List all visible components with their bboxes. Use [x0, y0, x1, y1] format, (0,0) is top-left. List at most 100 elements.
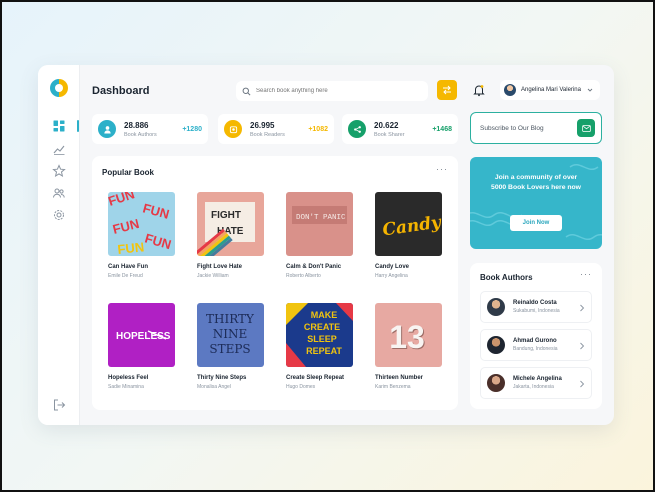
svg-text:DON'T PANIC: DON'T PANIC: [296, 214, 346, 222]
svg-text:CREATE: CREATE: [304, 322, 340, 332]
dashboard-app: Dashboard Angelina Mari Valerina 28.886 …: [38, 65, 614, 425]
user-icon: [98, 120, 116, 138]
book-title: Fight Love Hate: [197, 264, 243, 270]
svg-text:FUN: FUN: [111, 216, 141, 237]
stat-label: Book Readers: [250, 131, 285, 138]
svg-text:HOPELESS: HOPELESS: [116, 331, 171, 342]
wave-pattern-icon: [470, 164, 602, 240]
stat-label: Book Authors: [124, 131, 157, 138]
author-name: Michele Angelina: [513, 376, 562, 382]
stat-delta: +1468: [432, 125, 452, 133]
user-profile-menu[interactable]: Angelina Mari Valerina: [500, 80, 600, 100]
chevron-down-icon: [587, 88, 593, 92]
author-name: Ahmad Gurono: [513, 338, 557, 344]
more-options-icon[interactable]: ···: [436, 164, 448, 174]
stat-card-authors: 28.886 Book Authors +1280: [92, 114, 208, 144]
search-input[interactable]: [256, 88, 416, 94]
author-list-item[interactable]: Reinaldo Costa Sukabumi, Indonesia: [480, 291, 592, 323]
stat-delta: +1280: [182, 125, 202, 133]
subscribe-field[interactable]: Subscribe to Our Blog: [470, 112, 602, 144]
book-cover: THIRTY NINE STEPS: [197, 303, 264, 367]
book-title: Can Have Fun: [108, 264, 149, 270]
popular-book-panel: Popular Book ··· FUN FUN FUN FUN FUN Can…: [92, 156, 458, 410]
avatar: [487, 336, 505, 354]
svg-text:FUN: FUN: [117, 239, 145, 256]
avatar: [487, 374, 505, 392]
section-title: Book Authors: [480, 273, 533, 282]
avatar: [504, 84, 516, 96]
book-authors-panel: Book Authors ··· Reinaldo Costa Sukabumi…: [470, 263, 602, 409]
stat-value: 26.995: [250, 120, 275, 130]
star-icon[interactable]: [52, 164, 66, 178]
svg-text:THIRTY: THIRTY: [206, 312, 255, 326]
book-card[interactable]: Candy Candy Love Harry Angelina: [373, 192, 445, 279]
book-title: Create Sleep Repeat: [286, 375, 345, 381]
book-author: Roberto Alberto: [286, 273, 321, 279]
avatar: [487, 298, 505, 316]
users-icon[interactable]: [52, 186, 66, 200]
search-bar[interactable]: [236, 81, 428, 101]
search-icon: [242, 87, 251, 95]
author-location: Jakarta, Indonesia: [513, 384, 554, 390]
book-cover: HOPELESS: [108, 303, 175, 367]
subscribe-button[interactable]: [577, 119, 595, 137]
svg-text:REPEAT: REPEAT: [306, 346, 342, 356]
svg-text:FUN: FUN: [141, 200, 171, 221]
stat-value: 20.622: [374, 120, 399, 130]
book-title: Candy Love: [375, 264, 410, 270]
book-author: Karim Benzema: [375, 384, 411, 390]
svg-text:13: 13: [389, 319, 425, 355]
stat-value: 28.886: [124, 120, 149, 130]
dashboard-grid-icon[interactable]: [52, 119, 66, 133]
more-options-icon[interactable]: ···: [580, 269, 592, 279]
section-title: Popular Book: [102, 168, 155, 177]
book-card[interactable]: FUN FUN FUN FUN FUN Can Have Fun Emile D…: [106, 192, 178, 279]
svg-text:FUN: FUN: [108, 192, 136, 209]
book-title: Thirty Nine Steps: [197, 375, 247, 381]
book-author: Monalisa Angel: [197, 384, 231, 390]
author-name: Reinaldo Costa: [513, 300, 557, 306]
book-title: Calm & Don't Panic: [286, 264, 342, 270]
author-list-item[interactable]: Michele Angelina Jakarta, Indonesia: [480, 367, 592, 399]
book-card[interactable]: FIGHT HATE Fight Love Hate Jackie Willia…: [195, 192, 267, 279]
filter-button[interactable]: [437, 80, 457, 100]
author-location: Bandung, Indonesia: [513, 346, 558, 352]
chevron-right-icon: [580, 342, 585, 350]
stat-label: Book Sharer: [374, 131, 405, 138]
logout-icon[interactable]: [52, 398, 66, 412]
notification-bell-icon[interactable]: [472, 83, 486, 97]
book-cover: 13 13: [375, 303, 442, 367]
book-cover: FIGHT HATE: [197, 192, 264, 256]
active-nav-indicator: [77, 120, 79, 132]
book-card[interactable]: DON'T PANIC Calm & Don't Panic Roberto A…: [284, 192, 356, 279]
svg-text:SLEEP: SLEEP: [307, 334, 337, 344]
readers-icon: [224, 120, 242, 138]
book-card[interactable]: 13 13 Thirteen Number Karim Benzema: [373, 303, 445, 390]
community-text: Join a community of over 5000 Book Lover…: [491, 174, 581, 191]
book-cover: Candy: [375, 192, 442, 256]
svg-text:NINE: NINE: [213, 327, 248, 341]
book-author: Hugo Domes: [286, 384, 316, 390]
community-banner: Join a community of over 5000 Book Lover…: [470, 157, 602, 249]
book-card[interactable]: MAKE CREATE SLEEP REPEAT Create Sleep Re…: [284, 303, 356, 390]
stat-delta: +1082: [308, 125, 328, 133]
analytics-icon[interactable]: [52, 142, 66, 156]
author-location: Sukabumi, Indonesia: [513, 308, 560, 314]
svg-text:STEPS: STEPS: [209, 342, 250, 356]
svg-text:FUN: FUN: [143, 230, 173, 252]
book-author: Harry Angelina: [375, 273, 408, 279]
page-title: Dashboard: [92, 85, 150, 97]
book-card[interactable]: HOPELESS Hopeless Feel Sadie Minamina: [106, 303, 178, 390]
book-card[interactable]: THIRTY NINE STEPS Thirty Nine Steps Mona…: [195, 303, 267, 390]
book-title: Thirteen Number: [375, 375, 424, 381]
join-now-button[interactable]: Join Now: [510, 215, 562, 231]
mail-icon: [581, 124, 591, 132]
svg-text:Candy: Candy: [381, 212, 442, 240]
stat-card-sharer: 20.622 Book Sharer +1468: [342, 114, 458, 144]
author-list-item[interactable]: Ahmad Gurono Bandung, Indonesia: [480, 329, 592, 361]
settings-gear-icon[interactable]: [52, 208, 66, 222]
user-name: Angelina Mari Valerina: [521, 87, 581, 93]
logo-icon[interactable]: [50, 79, 68, 97]
book-author: Sadie Minamina: [108, 384, 144, 390]
sidebar: [38, 65, 80, 425]
